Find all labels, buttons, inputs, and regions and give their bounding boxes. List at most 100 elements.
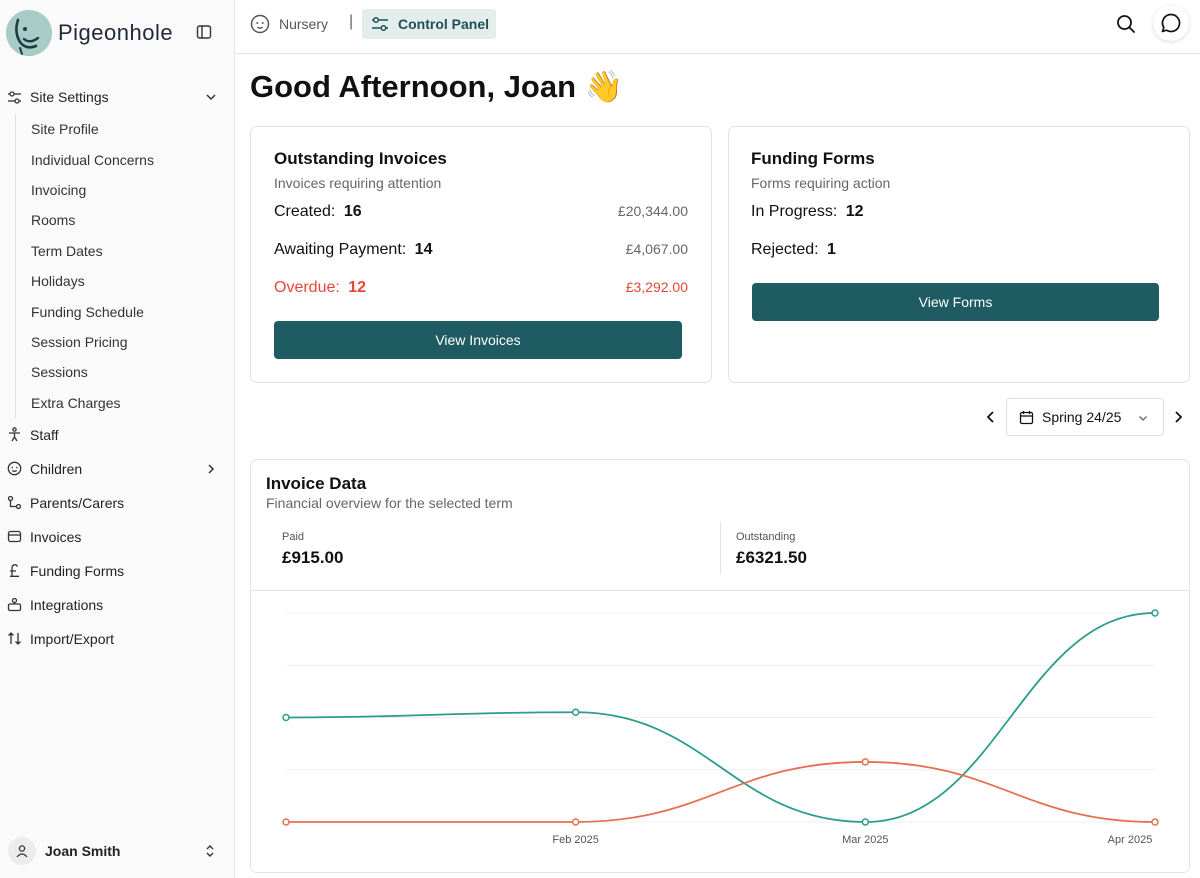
wallet-icon	[7, 529, 22, 544]
sidebar-nav: Site Settings Site Profile Individual Co…	[0, 80, 234, 656]
sidebar-subitem-invoicing[interactable]: Invoicing	[16, 175, 234, 205]
sidebar-toggle-icon[interactable]	[196, 24, 212, 40]
invoice-line-chart: Feb 2025 Mar 2025 Apr 2025	[282, 609, 1159, 846]
sidebar-item-label: Integrations	[30, 596, 104, 613]
chevron-down-icon	[204, 90, 218, 104]
paid-value: £915.00	[282, 548, 344, 567]
breadcrumb-separator: |	[349, 13, 354, 30]
view-invoices-button[interactable]: View Invoices	[274, 321, 682, 359]
created-amount: £20,344.00	[617, 203, 688, 219]
view-forms-button[interactable]: View Forms	[752, 283, 1159, 321]
rejected-stat: Rejected: 1	[751, 241, 836, 259]
sidebar-item-label: Site Settings	[30, 89, 109, 105]
data-point-1-1[interactable]	[571, 818, 580, 826]
sidebar-item-integrations[interactable]: Integrations	[0, 588, 234, 622]
calendar-icon	[1019, 410, 1034, 425]
stat-label: Rejected:	[751, 241, 819, 258]
card-subtitle: Financial overview for the selected term	[266, 495, 513, 511]
sidebar-subitem-sessions[interactable]: Sessions	[16, 357, 234, 387]
sidebar-item-import-export[interactable]: Import/Export	[0, 622, 234, 656]
stat-label: Awaiting Payment:	[274, 241, 407, 258]
chevron-right-icon	[204, 462, 218, 476]
data-point-0-1[interactable]	[571, 708, 580, 717]
data-point-0-2[interactable]	[861, 818, 870, 826]
outstanding-invoices-card: Outstanding Invoices Invoices requiring …	[250, 126, 712, 383]
link-nodes-icon	[7, 495, 22, 510]
sidebar-item-funding-forms[interactable]: Funding Forms	[0, 554, 234, 588]
chevron-up-down-icon	[202, 843, 218, 859]
x-tick-label: Apr 2025	[1108, 834, 1153, 846]
wave-emoji-icon: 👋	[584, 69, 624, 104]
stat-label: Overdue:	[274, 279, 340, 296]
chevron-down-icon	[1137, 411, 1149, 427]
sidebar-subitem-site-profile[interactable]: Site Profile	[16, 114, 234, 144]
created-stat: Created: 16	[274, 203, 362, 221]
invoice-data-card: Invoice Data Financial overview for the …	[250, 459, 1190, 873]
sidebar-item-parents[interactable]: Parents/Carers	[0, 486, 234, 520]
stat-count: 12	[845, 203, 864, 220]
stat-label: In Progress:	[751, 203, 838, 220]
breadcrumb-nursery[interactable]: Nursery	[250, 12, 328, 36]
baby-icon	[250, 14, 270, 34]
sliders-icon	[371, 16, 389, 32]
data-point-1-0[interactable]	[282, 818, 290, 826]
in-progress-stat: In Progress: 12	[751, 203, 864, 221]
outstanding-value: £6321.50	[736, 548, 807, 567]
sidebar-item-children[interactable]: Children	[0, 452, 234, 486]
brand-name: Pigeonhole	[58, 20, 174, 45]
data-point-1-2[interactable]	[861, 758, 870, 766]
data-point-1-3[interactable]	[1151, 818, 1159, 826]
awaiting-payment-stat: Awaiting Payment: 14	[274, 241, 432, 259]
sidebar-subitem-session-pricing[interactable]: Session Pricing	[16, 327, 234, 357]
kpi-divider	[720, 522, 721, 574]
stat-count: 16	[343, 203, 362, 220]
breadcrumb-control-panel[interactable]: Control Panel	[362, 9, 497, 39]
card-title: Invoice Data	[266, 474, 367, 493]
series-line-1	[286, 761, 1156, 823]
greeting-text: Good Afternoon, Joan	[250, 69, 577, 104]
sidebar: Pigeonhole Site Settings Site Profile In…	[0, 0, 235, 878]
sidebar-item-label: Import/Export	[30, 630, 115, 647]
integrations-icon	[7, 597, 22, 612]
sliders-icon	[7, 90, 22, 105]
pigeonhole-logo-icon	[6, 10, 52, 56]
sidebar-item-invoices[interactable]: Invoices	[0, 520, 234, 554]
sidebar-subitem-funding-schedule[interactable]: Funding Schedule	[16, 296, 234, 326]
sidebar-subitem-individual-concerns[interactable]: Individual Concerns	[16, 144, 234, 174]
top-bar: Nursery | Control Panel	[235, 0, 1200, 54]
stat-count: 12	[348, 279, 367, 296]
sidebar-subitem-rooms[interactable]: Rooms	[16, 205, 234, 235]
sidebar-subitem-extra-charges[interactable]: Extra Charges	[16, 388, 234, 418]
breadcrumb-label: Control Panel	[398, 16, 490, 32]
card-title: Outstanding Invoices	[274, 149, 447, 168]
stat-count: 14	[414, 241, 433, 258]
chevron-left-icon[interactable]	[982, 408, 1000, 426]
brand[interactable]: Pigeonhole	[6, 10, 173, 56]
sidebar-subitem-holidays[interactable]: Holidays	[16, 266, 234, 296]
paid-label: Paid	[282, 531, 305, 543]
data-point-0-0[interactable]	[282, 713, 290, 722]
sidebar-subitem-term-dates[interactable]: Term Dates	[16, 236, 234, 266]
search-icon[interactable]	[1115, 13, 1137, 35]
sidebar-item-label: Funding Forms	[30, 562, 125, 579]
funding-forms-card: Funding Forms Forms requiring action In …	[728, 126, 1190, 383]
stat-label: Created:	[274, 203, 336, 220]
overdue-stat: Overdue: 12	[274, 279, 366, 297]
site-settings-submenu: Site Profile Individual Concerns Invoici…	[15, 114, 234, 418]
data-point-0-3[interactable]	[1151, 609, 1159, 617]
sidebar-item-staff[interactable]: Staff	[0, 418, 234, 452]
pound-icon	[7, 563, 22, 578]
user-menu[interactable]: Joan Smith	[0, 834, 234, 868]
overdue-amount: £3,292.00	[625, 279, 688, 295]
stat-count: 1	[827, 241, 836, 258]
user-name: Joan Smith	[45, 843, 121, 859]
chevron-right-icon[interactable]	[1169, 408, 1187, 426]
sidebar-item-site-settings[interactable]: Site Settings	[0, 80, 234, 114]
breadcrumb-label: Nursery	[279, 16, 329, 32]
term-select[interactable]: Spring 24/25	[1006, 398, 1164, 436]
avatar	[8, 837, 36, 865]
x-tick-label: Feb 2025	[552, 834, 598, 846]
sidebar-item-label: Parents/Carers	[30, 494, 125, 511]
chat-icon[interactable]	[1153, 5, 1189, 41]
outstanding-label: Outstanding	[736, 531, 796, 543]
